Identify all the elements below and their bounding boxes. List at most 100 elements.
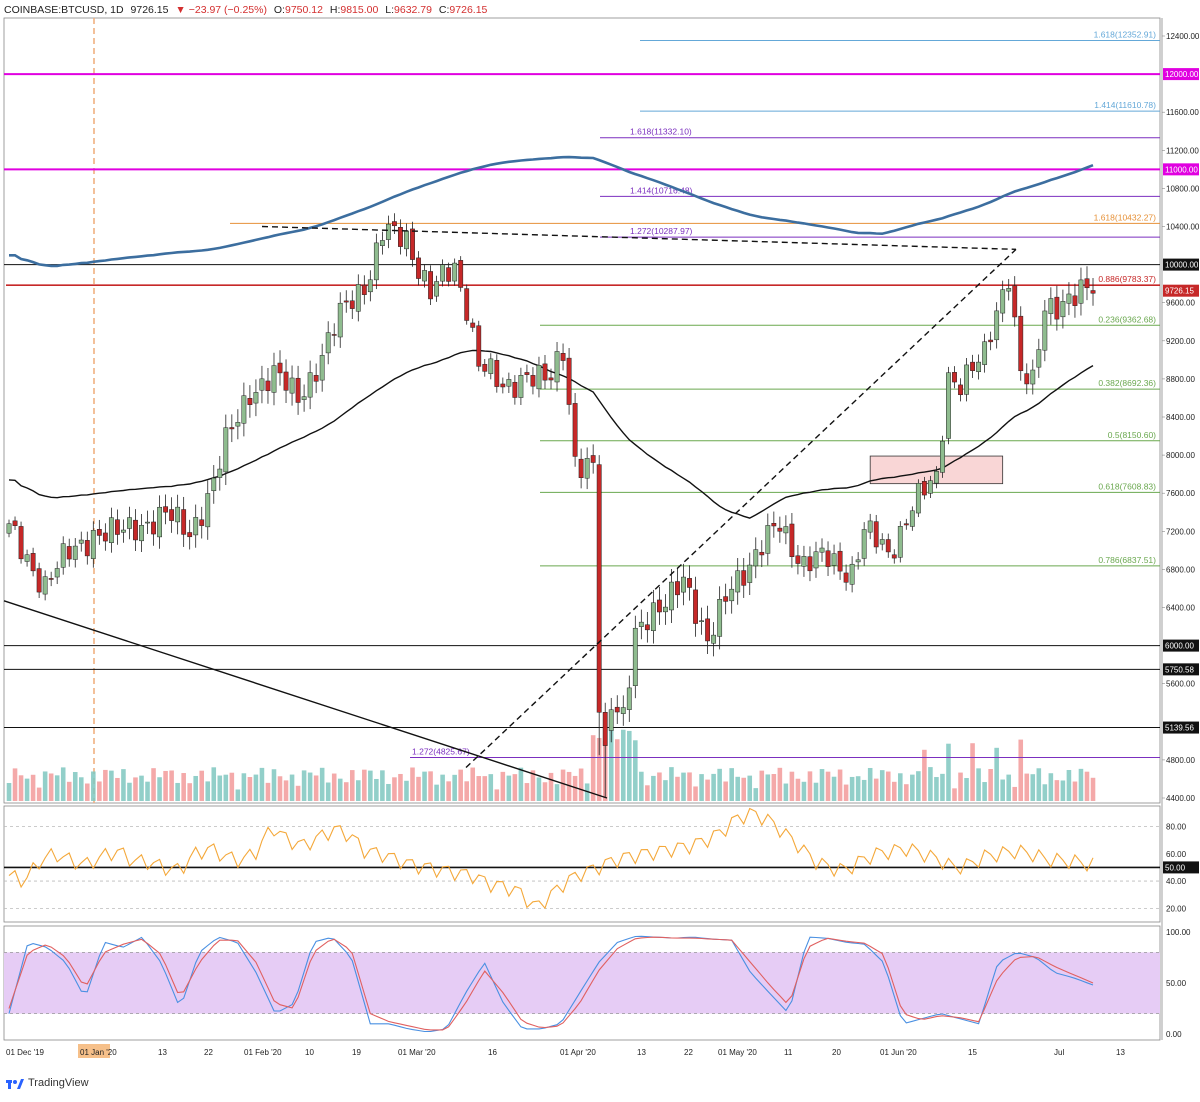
volume-bar — [620, 729, 626, 801]
candle-body — [789, 523, 795, 557]
candle-body — [163, 506, 169, 513]
volume-bar — [60, 767, 66, 801]
price-tick-label: 7600.00 — [1166, 489, 1195, 498]
candle-body — [849, 563, 855, 585]
volume-bar — [699, 774, 704, 801]
candle-body — [602, 712, 608, 746]
volume-bar — [946, 743, 951, 801]
volume-bar — [705, 779, 710, 801]
fibonacci-level-label: 1.272(10287.97) — [630, 226, 693, 236]
fibonacci-level-label: 1.618(10432.27) — [1094, 212, 1157, 222]
volume-bar — [145, 781, 150, 801]
volume-bar — [169, 770, 174, 801]
candle-body — [669, 581, 674, 611]
candle-body — [1030, 369, 1036, 385]
candle-body — [121, 529, 126, 533]
candle-body — [452, 262, 458, 282]
fibonacci-level-label: 0.382(8692.36) — [1098, 378, 1156, 388]
rsi-tick-label: 80.00 — [1166, 822, 1187, 831]
volume-bar — [30, 774, 36, 801]
level-price-label: 11000.00 — [1165, 165, 1198, 174]
candle-body — [84, 540, 90, 557]
volume-bar — [398, 773, 403, 801]
candle-body — [277, 362, 283, 374]
volume-bar — [187, 783, 192, 801]
volume-bar — [741, 777, 747, 801]
price-tick-label: 6400.00 — [1166, 604, 1195, 613]
volume-bar — [885, 771, 891, 801]
price-chart[interactable]: 12400.0011600.0011200.0010800.0010400.00… — [0, 0, 1200, 1102]
volume-bar — [103, 769, 108, 801]
candle-body — [988, 339, 994, 343]
candle-body — [54, 568, 60, 578]
candle-body — [66, 546, 72, 560]
volume-bar — [446, 781, 451, 801]
price-tick-label: 9600.00 — [1166, 299, 1195, 308]
candle-body — [783, 526, 789, 534]
volume-bar — [831, 776, 837, 801]
volume-bar — [488, 774, 494, 801]
candle-body — [982, 341, 988, 365]
candle-body — [78, 539, 84, 544]
candle-body — [584, 458, 590, 479]
volume-bar — [940, 773, 945, 801]
candle-body — [765, 525, 771, 554]
level-price-label: 12000.00 — [1165, 70, 1199, 79]
x-axis-tick-label: 01 Dec '19 — [6, 1048, 45, 1057]
candle-body — [819, 547, 825, 553]
volume-bar — [36, 787, 42, 801]
candle-body — [271, 365, 277, 393]
volume-bar — [289, 774, 295, 801]
candle-body — [1066, 293, 1072, 304]
candle-body — [921, 481, 927, 496]
candle-body — [96, 529, 102, 536]
candle-body — [464, 288, 470, 321]
volume-bar — [54, 775, 60, 801]
volume-bar — [283, 780, 289, 801]
volume-bar — [614, 739, 620, 801]
candle-body — [687, 578, 692, 588]
candle-body — [223, 427, 229, 473]
candle-body — [741, 570, 747, 586]
volume-bar — [259, 767, 265, 801]
volume-bar — [639, 771, 644, 801]
candle-body — [560, 353, 566, 361]
volume-bar — [205, 781, 211, 801]
brand-footer[interactable]: TradingView — [6, 1077, 89, 1089]
volume-bar — [247, 777, 253, 801]
volume-bar — [458, 769, 463, 801]
candle-body — [289, 377, 295, 394]
volume-bar — [777, 767, 783, 801]
candle-body — [885, 539, 891, 553]
candle-body — [157, 506, 162, 538]
brand-label: TradingView — [28, 1077, 89, 1089]
volume-bar — [843, 784, 849, 801]
volume-bar — [265, 782, 271, 801]
volume-bar — [6, 783, 12, 801]
stoch-tick-label: 0.00 — [1166, 1030, 1182, 1039]
price-tick-label: 8400.00 — [1166, 413, 1195, 422]
sma-200-line — [9, 155, 1094, 268]
candle-body — [590, 455, 596, 463]
candle-body — [512, 381, 518, 398]
candle-body — [361, 284, 367, 295]
price-tick-label: 9200.00 — [1166, 337, 1195, 346]
volume-bar — [512, 774, 518, 801]
candle-body — [337, 302, 343, 338]
x-axis-tick-label: 22 — [204, 1048, 213, 1057]
candle-body — [578, 458, 584, 478]
volume-bar — [801, 781, 807, 801]
volume-bar — [356, 780, 361, 801]
volume-bar — [368, 770, 373, 801]
volume-bar — [657, 772, 662, 801]
candle-body — [404, 230, 409, 250]
volume-bar — [687, 772, 692, 801]
level-price-label: 5139.56 — [1165, 724, 1194, 733]
price-tick-label: 4400.00 — [1166, 794, 1195, 803]
volume-bar — [982, 782, 987, 801]
candle-body — [211, 477, 217, 492]
x-axis-tick-label: 13 — [1116, 1048, 1125, 1057]
candle-body — [723, 596, 729, 602]
volume-bar — [1030, 774, 1036, 801]
candle-body — [801, 556, 807, 567]
